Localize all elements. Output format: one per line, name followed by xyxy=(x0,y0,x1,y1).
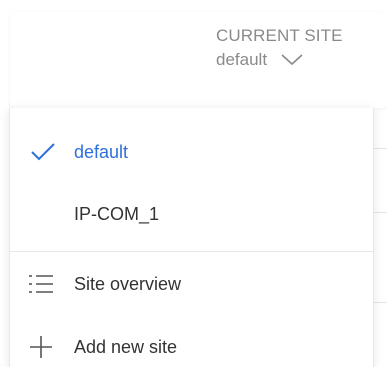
background-divider xyxy=(372,302,387,303)
site-option-default[interactable]: default xyxy=(10,132,373,172)
current-site-selector[interactable]: CURRENT SITE default xyxy=(216,26,343,70)
current-site-title: CURRENT SITE xyxy=(216,26,343,45)
site-dropdown-menu: default IP-COM_1 Site overview Add new s… xyxy=(9,108,374,367)
stage: CURRENT SITE default default IP-COM_1 Si… xyxy=(0,0,387,367)
current-site-value-row: default xyxy=(216,50,343,70)
background-divider xyxy=(372,212,387,213)
site-option-label: IP-COM_1 xyxy=(74,203,160,224)
site-option-ip-com-1[interactable]: IP-COM_1 xyxy=(10,194,373,234)
add-new-site-item[interactable]: Add new site xyxy=(10,327,373,367)
background-divider xyxy=(372,148,387,149)
site-overview-label: Site overview xyxy=(74,273,182,294)
add-new-site-label: Add new site xyxy=(74,336,178,357)
site-header: CURRENT SITE default xyxy=(10,12,387,108)
plus-icon xyxy=(26,332,56,362)
list-icon xyxy=(26,269,56,299)
site-option-label: default xyxy=(74,141,129,162)
check-icon xyxy=(30,142,56,162)
current-site-value: default xyxy=(216,50,268,69)
chevron-down-icon xyxy=(281,54,303,66)
menu-divider xyxy=(10,251,373,252)
site-overview-item[interactable]: Site overview xyxy=(10,264,373,304)
